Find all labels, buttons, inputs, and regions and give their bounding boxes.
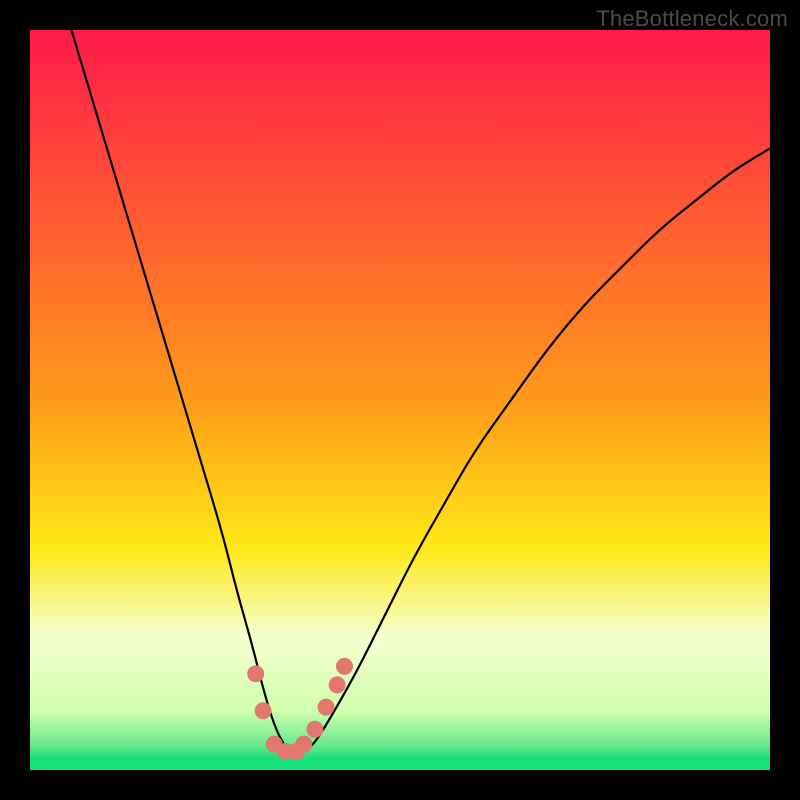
marker-point bbox=[306, 721, 323, 738]
bottleneck-curve bbox=[30, 30, 770, 753]
marker-point bbox=[336, 658, 353, 675]
marker-point bbox=[295, 736, 312, 753]
marker-point bbox=[318, 699, 335, 716]
chart-svg bbox=[30, 30, 770, 770]
chart-frame: TheBottleneck.com bbox=[0, 0, 800, 800]
watermark-text: TheBottleneck.com bbox=[596, 6, 788, 32]
marker-point bbox=[329, 676, 346, 693]
highlight-markers bbox=[247, 658, 353, 760]
marker-point bbox=[255, 702, 272, 719]
plot-area bbox=[30, 30, 770, 770]
marker-point bbox=[247, 665, 264, 682]
